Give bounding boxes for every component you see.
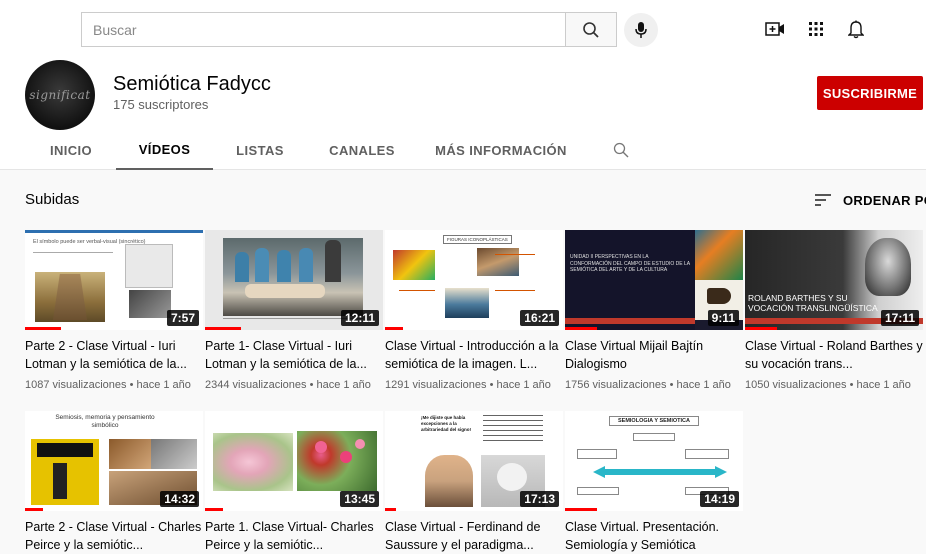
apps-grid-icon	[809, 22, 823, 36]
video-title[interactable]: Parte 1. Clase Virtual- Charles Peirce y…	[205, 518, 383, 554]
video-duration: 7:57	[166, 310, 199, 326]
channel-tabs: INICIO VÍDEOS LISTAS CANALES MÁS INFORMA…	[0, 130, 926, 170]
avatar-logo-text: significat	[29, 88, 91, 102]
search-icon	[613, 142, 629, 158]
watch-progress	[565, 508, 598, 511]
sort-label: ORDENAR POR	[843, 192, 926, 208]
video-title[interactable]: Parte 2 - Clase Virtual - Charles Peirce…	[25, 518, 203, 554]
thumbnail-text: FIGURAS ICONOPLÁSTICAS	[443, 235, 512, 244]
search-box[interactable]	[81, 12, 566, 47]
watch-progress	[565, 327, 598, 330]
video-meta: 1087 visualizaciones • hace 1 año	[25, 379, 191, 391]
video-card[interactable]: 12:11 Parte 1- Clase Virtual - Iuri Lotm…	[205, 230, 383, 391]
video-duration: 16:21	[520, 310, 559, 326]
sort-icon	[815, 194, 831, 206]
video-add-icon	[765, 22, 784, 36]
video-duration: 14:32	[160, 491, 199, 507]
video-duration: 14:19	[700, 491, 739, 507]
video-title[interactable]: Parte 2 - Clase Virtual - Iuri Lotman y …	[25, 337, 203, 373]
thumbnail-text: Semiosis, memoria y pensamiento simbólic…	[55, 414, 155, 429]
video-title[interactable]: Clase Virtual - Roland Barthes y su voca…	[745, 337, 923, 373]
video-thumbnail[interactable]: ¡Me dijiste que había excepciones a la a…	[385, 411, 563, 511]
search-icon	[583, 21, 599, 38]
bell-icon	[848, 20, 864, 38]
video-title[interactable]: Clase Virtual Mijail Bajtín Dialogismo	[565, 337, 743, 373]
video-card[interactable]: ROLAND BARTHES Y SU VOCACIÓN TRANSLINGÜÍ…	[745, 230, 923, 391]
watch-progress	[745, 327, 778, 330]
subscriber-count: 175 suscriptores	[113, 97, 209, 112]
video-card[interactable]: UNIDAD II PERSPECTIVAS EN LA CONFORMACIÓ…	[565, 230, 743, 391]
video-thumbnail[interactable]: Semiosis, memoria y pensamiento simbólic…	[25, 411, 203, 511]
channel-header: significat Semiótica Fadycc 175 suscript…	[0, 56, 926, 170]
channel-name: Semiótica Fadycc	[113, 73, 271, 95]
video-meta: 1756 visualizaciones • hace 1 año	[565, 379, 731, 391]
video-title[interactable]: Clase Virtual - Introducción a la semiót…	[385, 337, 563, 373]
tab-listas[interactable]: LISTAS	[228, 130, 292, 170]
watch-progress	[385, 327, 403, 330]
video-title[interactable]: Clase Virtual - Ferdinand de Saussure y …	[385, 518, 563, 554]
video-duration: 9:11	[707, 310, 739, 326]
video-thumbnail[interactable]: UNIDAD II PERSPECTIVAS EN LA CONFORMACIÓ…	[565, 230, 743, 330]
video-card[interactable]: Semiosis, memoria y pensamiento simbólic…	[25, 411, 203, 554]
video-meta: 2344 visualizaciones • hace 1 año	[205, 379, 371, 391]
video-meta: 1050 visualizaciones • hace 1 año	[745, 379, 911, 391]
video-duration: 13:45	[340, 491, 379, 507]
microphone-icon	[635, 22, 647, 38]
video-thumbnail[interactable]: 12:11	[205, 230, 383, 330]
masthead	[0, 0, 926, 56]
video-thumbnail[interactable]: 13:45	[205, 411, 383, 511]
watch-progress	[25, 508, 43, 511]
video-duration: 17:11	[880, 310, 919, 326]
video-thumbnail[interactable]: SEMIOLOGIA Y SEMIOTICA 14:19	[565, 411, 743, 511]
thumbnail-text: UNIDAD II PERSPECTIVAS EN LA CONFORMACIÓ…	[570, 254, 690, 273]
video-thumbnail[interactable]: FIGURAS ICONOPLÁSTICAS 16:21	[385, 230, 563, 330]
search-button[interactable]	[565, 12, 617, 47]
thumbnail-text: ¡Me dijiste que había excepciones a la a…	[421, 415, 472, 432]
create-button[interactable]	[764, 18, 786, 40]
video-meta: 1291 visualizaciones • hace 1 año	[385, 379, 551, 391]
search-input[interactable]	[82, 13, 566, 46]
watch-progress	[25, 327, 61, 330]
video-duration: 12:11	[340, 310, 379, 326]
video-card[interactable]: El símbolo puede ser verbal-visual (sinc…	[25, 230, 203, 391]
video-title[interactable]: Clase Virtual. Presentación. Semiología …	[565, 518, 743, 554]
thumbnail-text: ROLAND BARTHES Y SU VOCACIÓN TRANSLINGÜÍ…	[748, 293, 878, 313]
video-duration: 17:13	[520, 491, 559, 507]
video-card[interactable]: FIGURAS ICONOPLÁSTICAS 16:21 Clase Virtu…	[385, 230, 563, 391]
thumbnail-text: SEMIOLOGIA Y SEMIOTICA	[609, 416, 699, 426]
tab-mas-informacion[interactable]: MÁS INFORMACIÓN	[431, 130, 571, 170]
video-thumbnail[interactable]: ROLAND BARTHES Y SU VOCACIÓN TRANSLINGÜÍ…	[745, 230, 923, 330]
video-card[interactable]: 13:45 Parte 1. Clase Virtual- Charles Pe…	[205, 411, 383, 554]
video-thumbnail[interactable]: El símbolo puede ser verbal-visual (sinc…	[25, 230, 203, 330]
notifications-button[interactable]	[845, 18, 867, 40]
watch-progress	[385, 508, 396, 511]
video-card[interactable]: SEMIOLOGIA Y SEMIOTICA 14:19 Clase Virtu…	[565, 411, 743, 554]
channel-avatar[interactable]: significat	[25, 60, 95, 130]
watch-progress	[205, 327, 241, 330]
section-title: Subidas	[25, 191, 80, 208]
voice-search-button[interactable]	[624, 13, 658, 47]
tab-canales[interactable]: CANALES	[322, 130, 402, 170]
watch-progress	[205, 508, 223, 511]
channel-search-button[interactable]	[611, 140, 631, 160]
video-title[interactable]: Parte 1- Clase Virtual - Iuri Lotman y l…	[205, 337, 383, 373]
tab-inicio[interactable]: INICIO	[40, 130, 102, 170]
video-card[interactable]: ¡Me dijiste que había excepciones a la a…	[385, 411, 563, 554]
sort-button[interactable]: ORDENAR POR	[815, 190, 926, 210]
apps-button[interactable]	[805, 18, 827, 40]
subscribe-button[interactable]: SUSCRIBIRME	[817, 76, 923, 110]
tab-videos[interactable]: VÍDEOS	[116, 130, 213, 170]
